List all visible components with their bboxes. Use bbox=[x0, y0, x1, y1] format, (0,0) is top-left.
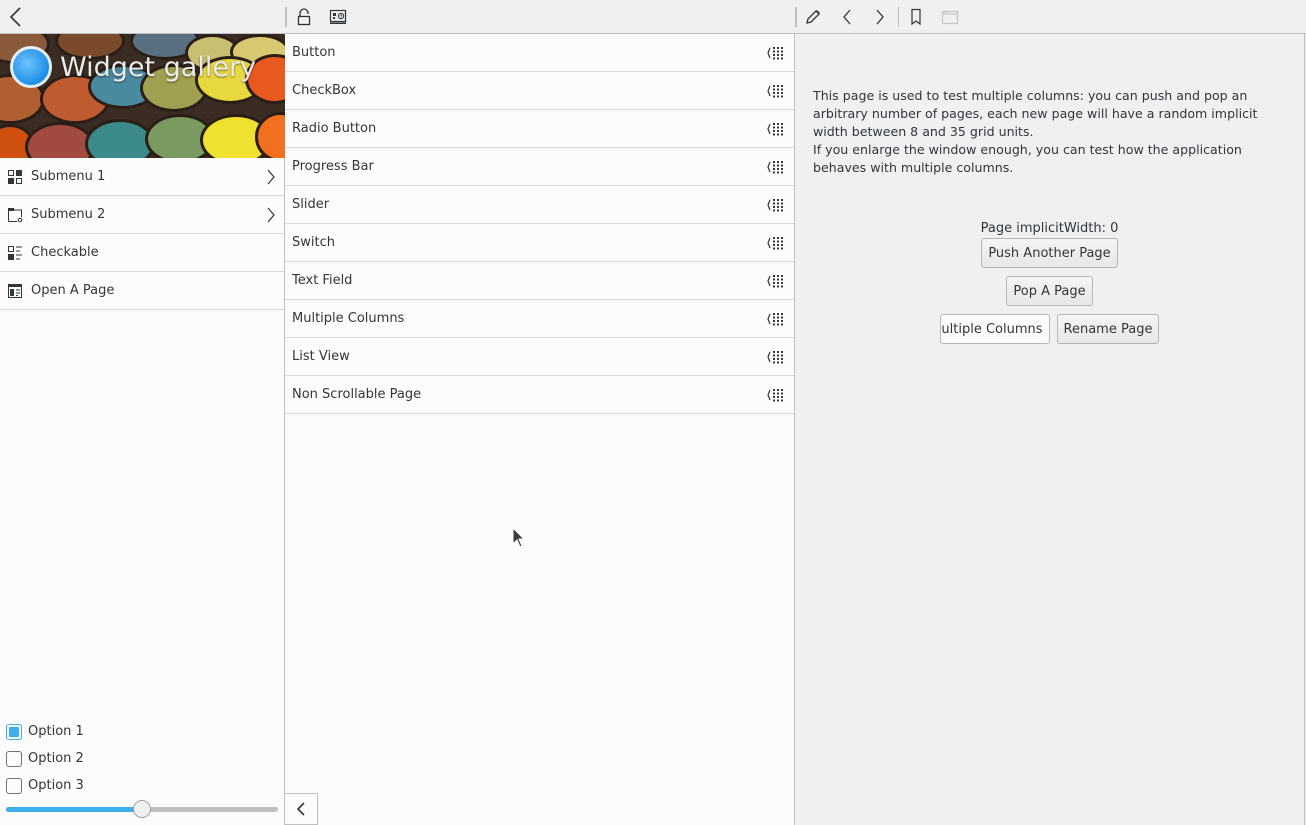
gallery-list-item[interactable]: Switch bbox=[285, 224, 794, 262]
checklist-icon bbox=[6, 244, 23, 261]
gallery-item-label: Multiple Columns bbox=[292, 311, 405, 326]
pencil-icon bbox=[806, 10, 820, 24]
page-button-row: Multiple Columns Rename Page bbox=[939, 314, 1160, 344]
gallery-item-label: Text Field bbox=[292, 273, 353, 288]
pop-a-page-button[interactable]: Pop A Page bbox=[1006, 276, 1093, 306]
drag-handle-icon[interactable] bbox=[767, 197, 787, 213]
next-button[interactable] bbox=[867, 4, 893, 30]
slider-handle[interactable] bbox=[133, 800, 151, 818]
gallery-list-item[interactable]: Radio Button bbox=[285, 110, 794, 148]
rename-page-button[interactable]: Rename Page bbox=[1056, 314, 1160, 344]
drawer-item-checkable[interactable]: Checkable bbox=[0, 234, 284, 272]
gallery-item-label: CheckBox bbox=[292, 83, 357, 98]
folder-icon bbox=[941, 10, 959, 25]
drag-handle-icon[interactable] bbox=[767, 387, 787, 403]
description-paragraph-1: This page is used to test multiple colum… bbox=[813, 88, 1258, 139]
gallery-item-label: List View bbox=[292, 349, 350, 364]
chevron-right-icon bbox=[876, 9, 884, 25]
gallery-list-item[interactable]: Button bbox=[285, 34, 794, 72]
gallery-item-label: Slider bbox=[292, 197, 330, 212]
push-another-page-button[interactable]: Push Another Page bbox=[981, 238, 1118, 268]
page-controls: Page implicitWidth: 0 Push Another Page … bbox=[795, 220, 1304, 344]
toolbar-separator bbox=[285, 7, 287, 27]
folder-edit-icon bbox=[6, 206, 23, 223]
app-logo-icon bbox=[10, 46, 52, 88]
global-drawer: Widget gallery Submenu 1 Submenu 2 Check… bbox=[0, 34, 285, 825]
panel-clock-icon bbox=[329, 9, 347, 24]
gallery-list-item[interactable]: Text Field bbox=[285, 262, 794, 300]
gallery-item-label: Switch bbox=[292, 235, 335, 250]
drag-handle-icon[interactable] bbox=[767, 235, 787, 251]
gallery-item-label: Radio Button bbox=[292, 121, 377, 136]
gallery-item-label: Progress Bar bbox=[292, 159, 374, 174]
option-label: Option 2 bbox=[28, 751, 84, 766]
chevron-left-icon bbox=[296, 802, 305, 816]
gallery-list-item[interactable]: Non Scrollable Page bbox=[285, 376, 794, 414]
toolbar-separator bbox=[795, 7, 797, 27]
gallery-list-item[interactable]: Progress Bar bbox=[285, 148, 794, 186]
option-1-checkbox[interactable]: Option 1 bbox=[6, 718, 84, 745]
chevron-left-icon bbox=[9, 7, 21, 27]
drawer-collapse-button[interactable] bbox=[285, 793, 318, 825]
page-layout-icon bbox=[6, 282, 23, 299]
gallery-item-label: Button bbox=[292, 45, 336, 60]
drawer-item-open-a-page[interactable]: Open A Page bbox=[0, 272, 284, 310]
chevron-right-icon bbox=[264, 169, 278, 185]
bookmark-icon bbox=[911, 8, 921, 26]
toolbar-separator bbox=[898, 7, 899, 27]
panel-settings-button[interactable] bbox=[325, 4, 351, 30]
gallery-list-item[interactable]: List View bbox=[285, 338, 794, 376]
drawer-title-text: Widget gallery bbox=[60, 51, 257, 83]
option-label: Option 1 bbox=[28, 724, 84, 739]
page-description: This page is used to test multiple colum… bbox=[813, 87, 1293, 177]
drawer-item-label: Checkable bbox=[31, 245, 99, 260]
gallery-list-item[interactable]: CheckBox bbox=[285, 72, 794, 110]
drawer-options: Option 1 Option 2 Option 3 bbox=[6, 718, 84, 799]
view-grid-icon bbox=[6, 168, 23, 185]
drag-handle-icon[interactable] bbox=[767, 159, 787, 175]
gallery-list-item[interactable]: Slider bbox=[285, 186, 794, 224]
drawer-item-submenu-2[interactable]: Submenu 2 bbox=[0, 196, 284, 234]
drawer-item-label: Open A Page bbox=[31, 283, 115, 298]
option-label: Option 3 bbox=[28, 778, 84, 793]
chevron-right-icon bbox=[264, 207, 278, 223]
drawer-item-label: Submenu 1 bbox=[31, 169, 106, 184]
chevron-left-icon bbox=[843, 9, 851, 25]
back-button[interactable] bbox=[3, 4, 29, 30]
global-toolbar bbox=[0, 0, 1306, 34]
lock-button[interactable] bbox=[291, 4, 317, 30]
drag-handle-icon[interactable] bbox=[767, 311, 787, 327]
description-paragraph-2: If you enlarge the window enough, you ca… bbox=[813, 142, 1242, 175]
checkbox-unchecked[interactable] bbox=[6, 777, 22, 794]
slider-fill bbox=[6, 807, 142, 812]
gallery-list: Button CheckBox Radio Button Progress Bar Sl… bbox=[285, 34, 795, 825]
checkbox-checked[interactable] bbox=[6, 723, 22, 740]
checkbox-unchecked[interactable] bbox=[6, 750, 22, 767]
multiple-columns-button[interactable]: Multiple Columns bbox=[939, 314, 1050, 344]
option-3-checkbox[interactable]: Option 3 bbox=[6, 772, 84, 799]
implicit-width-label: Page implicitWidth: 0 bbox=[980, 221, 1119, 236]
bookmark-button[interactable] bbox=[903, 4, 929, 30]
lock-icon bbox=[297, 8, 311, 26]
drawer-item-submenu-1[interactable]: Submenu 1 bbox=[0, 158, 284, 196]
multiple-columns-page: This page is used to test multiple colum… bbox=[795, 34, 1305, 825]
gallery-item-label: Non Scrollable Page bbox=[292, 387, 422, 402]
previous-button[interactable] bbox=[834, 4, 860, 30]
drag-handle-icon[interactable] bbox=[767, 273, 787, 289]
gallery-list-item[interactable]: Multiple Columns bbox=[285, 300, 794, 338]
drag-handle-icon[interactable] bbox=[767, 83, 787, 99]
drawer-banner: Widget gallery bbox=[0, 34, 285, 158]
option-2-checkbox[interactable]: Option 2 bbox=[6, 745, 84, 772]
drawer-slider[interactable] bbox=[6, 800, 278, 818]
drawer-item-label: Submenu 2 bbox=[31, 207, 106, 222]
edit-button[interactable] bbox=[800, 4, 826, 30]
mouse-cursor-icon bbox=[512, 527, 526, 548]
folder-button[interactable] bbox=[937, 4, 963, 30]
drag-handle-icon[interactable] bbox=[767, 45, 787, 61]
drawer-title: Widget gallery bbox=[10, 46, 256, 88]
drag-handle-icon[interactable] bbox=[767, 121, 787, 137]
drag-handle-icon[interactable] bbox=[767, 349, 787, 365]
